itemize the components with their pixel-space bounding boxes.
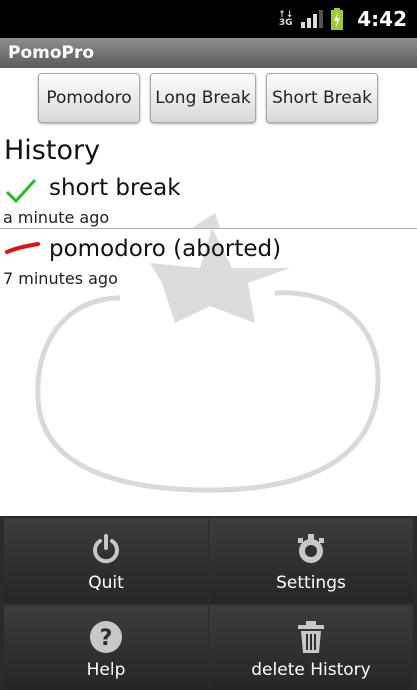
power-icon [93, 534, 119, 564]
clock: 4:42 [357, 7, 407, 31]
history-heading: History [4, 135, 101, 166]
history-item-title: short break [49, 175, 181, 201]
status-icons: ↑↓ 3G 4:42 [278, 0, 407, 38]
history-item-time: 7 minutes ago [3, 269, 118, 288]
quit-menu-item[interactable]: Quit [4, 518, 208, 603]
settings-menu-item[interactable]: Settings [209, 518, 413, 603]
title-bar: PomoPro [0, 38, 417, 68]
trash-icon [298, 621, 324, 653]
network-type-icon: ↑↓ 3G [278, 10, 294, 28]
history-item-title: pomodoro (aborted) [49, 236, 282, 262]
battery-charging-icon [331, 8, 344, 30]
history-item-time: a minute ago [3, 208, 110, 227]
long-break-button[interactable]: Long Break [150, 73, 256, 123]
help-menu-item[interactable]: ? Help [4, 605, 208, 690]
history-divider [0, 228, 417, 229]
app-title: PomoPro [8, 43, 95, 63]
menu-item-label: delete History [251, 660, 371, 680]
short-break-button[interactable]: Short Break [266, 73, 378, 123]
delete-history-menu-item[interactable]: delete History [209, 605, 413, 690]
menu-item-label: Quit [88, 573, 124, 593]
menu-item-label: Help [86, 660, 126, 680]
check-icon [5, 178, 37, 204]
options-menu: Quit Settings ? Help delete History [0, 516, 417, 690]
menu-item-label: Settings [276, 573, 346, 593]
dash-icon [5, 242, 40, 254]
help-icon: ? [90, 621, 122, 653]
main-content: Pomodoro Long Break Short Break History … [0, 68, 417, 516]
gear-icon [298, 534, 324, 563]
status-bar: ↑↓ 3G 4:42 [0, 0, 417, 38]
pomodoro-button[interactable]: Pomodoro [38, 73, 140, 123]
svg-text:?: ? [100, 626, 113, 651]
signal-strength-icon [301, 10, 324, 28]
